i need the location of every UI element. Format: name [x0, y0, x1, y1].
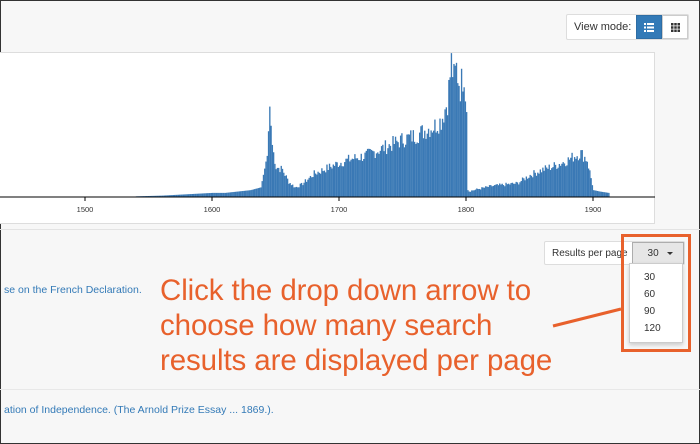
result-title-link[interactable]: se on the French Declaration.: [4, 284, 142, 296]
callout-line-3: results are displayed per page: [160, 344, 553, 377]
callout-line-2: choose how many search: [160, 309, 493, 342]
result-divider: [0, 389, 700, 390]
result-title-link[interactable]: ation of Independence. (The Arnold Prize…: [4, 404, 274, 416]
callout-line-1: Click the drop down arrow to: [160, 274, 532, 307]
annotation-callout: Click the drop down arrow to choose how …: [160, 273, 630, 378]
